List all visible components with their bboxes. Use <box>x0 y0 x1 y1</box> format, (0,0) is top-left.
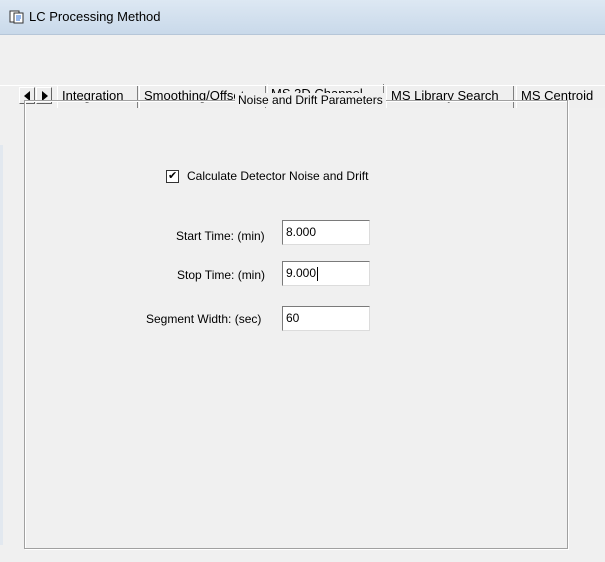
tab-baseline <box>0 85 605 86</box>
text-caret <box>317 266 319 281</box>
start-time-field[interactable]: 8.000 <box>282 220 370 245</box>
calculate-noise-drift-checkbox[interactable]: ✔ <box>166 170 179 183</box>
start-time-label: Start Time: (min) <box>176 229 265 243</box>
left-edge <box>0 145 3 545</box>
stop-time-field[interactable]: 9.000 <box>282 261 370 286</box>
start-time-value: 8.000 <box>286 225 317 239</box>
segment-width-field[interactable]: 60 <box>282 306 370 331</box>
stop-time-value: 9.000 <box>286 266 317 280</box>
title-bar: LC Processing Method <box>0 0 605 35</box>
processing-method-icon <box>9 10 24 24</box>
groupbox-legend: Noise and Drift Parameters <box>235 93 386 107</box>
window-title: LC Processing Method <box>29 9 161 24</box>
segment-width-label: Segment Width: (sec) <box>146 312 262 326</box>
segment-width-value: 60 <box>286 311 300 325</box>
checkmark-icon: ✔ <box>168 170 178 182</box>
calculate-noise-drift-label: Calculate Detector Noise and Drift <box>187 169 369 183</box>
stop-time-label: Stop Time: (min) <box>177 268 266 282</box>
